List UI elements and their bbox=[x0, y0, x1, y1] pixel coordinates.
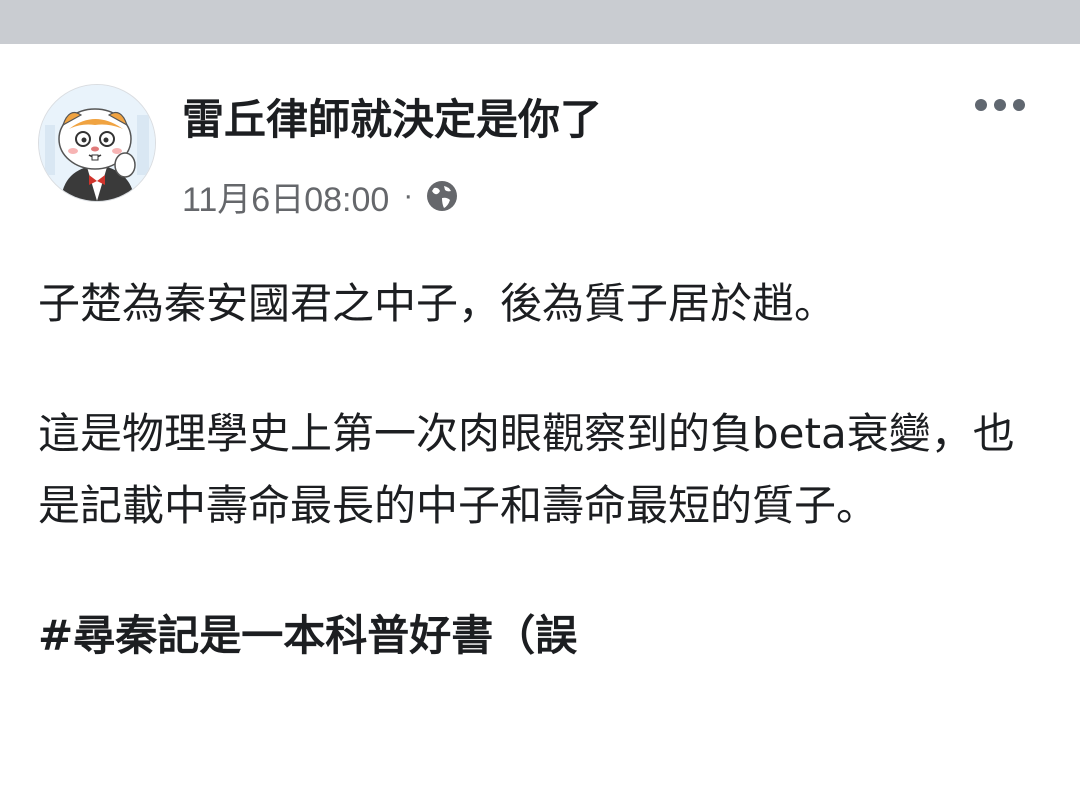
cat-lawyer-avatar-icon bbox=[39, 85, 155, 201]
top-divider-strip bbox=[0, 0, 1080, 44]
hashtag-link[interactable]: #尋秦記是一本科普好書（誤 bbox=[38, 611, 577, 660]
post-hashtag-paragraph: #尋秦記是一本科普好書（誤 bbox=[38, 600, 1048, 672]
author-avatar[interactable] bbox=[38, 84, 156, 202]
post-paragraph: 子楚為秦安國君之中子，後為質子居於趙。 bbox=[38, 279, 837, 328]
more-horizontal-icon-dot bbox=[1013, 99, 1025, 111]
globe-icon[interactable] bbox=[425, 179, 459, 213]
post-paragraph: 這是物理學史上第一次肉眼觀察到的負beta衰變，也是記載中壽命最長的中子和壽命最… bbox=[38, 409, 1015, 530]
post-body: 子楚為秦安國君之中子，後為質子居於趙。 這是物理學史上第一次肉眼觀察到的負bet… bbox=[38, 268, 1048, 672]
post-timestamp[interactable]: 11月6日08:00 bbox=[182, 172, 389, 221]
more-horizontal-icon-dot bbox=[975, 99, 987, 111]
author-name[interactable]: 雷丘律師就決定是你了 bbox=[182, 92, 602, 148]
more-options-button[interactable] bbox=[968, 88, 1032, 122]
more-horizontal-icon-dot bbox=[994, 99, 1006, 111]
post-meta: 11月6日08:00 · bbox=[182, 172, 459, 221]
post-card: 雷丘律師就決定是你了 11月6日08:00 · 子楚為秦安國君之中子，後為質子居… bbox=[0, 44, 1080, 796]
meta-separator: · bbox=[403, 179, 414, 212]
